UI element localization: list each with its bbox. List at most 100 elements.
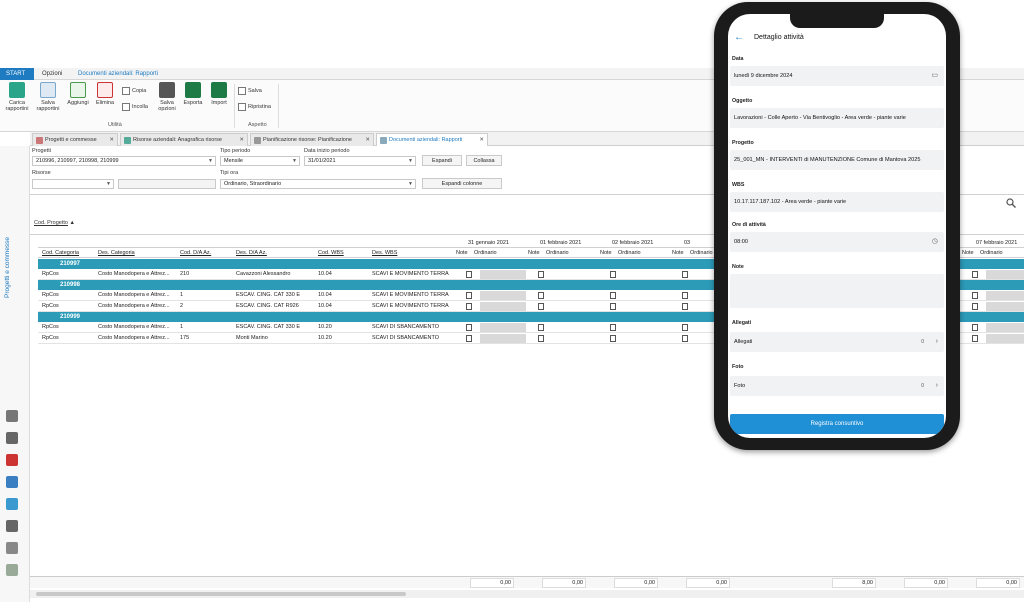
col-ordinario[interactable]: Ordinario: [690, 250, 713, 256]
doc-tab-pianificazione[interactable]: Pianificazione risorse: Pianificazione ✕: [250, 133, 374, 146]
hours-cell[interactable]: [480, 334, 526, 343]
note-icon[interactable]: [682, 324, 688, 331]
calendar-icon[interactable]: [6, 454, 18, 466]
collassa-button[interactable]: Collassa: [466, 155, 502, 166]
esporta-button[interactable]: Esporta: [182, 82, 204, 106]
carica-rapportini-button[interactable]: Carica rapportini: [2, 82, 32, 112]
note-icon[interactable]: [972, 271, 978, 278]
horizontal-scrollbar[interactable]: [30, 590, 1024, 598]
note-icon[interactable]: [538, 292, 544, 299]
hours-cell[interactable]: [552, 302, 598, 311]
hours-cell[interactable]: [624, 334, 670, 343]
people-icon[interactable]: [6, 542, 18, 554]
measure-icon[interactable]: [6, 498, 18, 510]
close-icon[interactable]: ✕: [479, 134, 484, 146]
note-icon[interactable]: [682, 292, 688, 299]
note-icon[interactable]: [610, 324, 616, 331]
note-icon[interactable]: [972, 335, 978, 342]
col-cod-wbs[interactable]: Cod. WBS: [318, 250, 344, 256]
col-ordinario[interactable]: Ordinario: [546, 250, 569, 256]
data-inizio-field[interactable]: 31/01/2021 ▼: [304, 156, 416, 166]
elimina-button[interactable]: Elimina: [94, 82, 116, 106]
ruler-icon[interactable]: [6, 476, 18, 488]
hours-cell[interactable]: [986, 334, 1024, 343]
hours-cell[interactable]: [986, 270, 1024, 279]
note-icon[interactable]: [972, 292, 978, 299]
col-note[interactable]: Note: [456, 250, 468, 256]
hours-cell[interactable]: [480, 323, 526, 332]
progetto-field[interactable]: 25_001_MN - INTERVENTI di MANUTENZIONE C…: [730, 150, 944, 170]
tipo-periodo-select[interactable]: Mensile ▼: [220, 156, 300, 166]
espandi-colonne-button[interactable]: Espandi colonne: [422, 178, 502, 189]
scrollbar-thumb[interactable]: [36, 592, 406, 596]
tab-start[interactable]: START: [0, 68, 34, 80]
risorse-select[interactable]: ▼: [32, 179, 114, 189]
wbs-field[interactable]: 10.17.117.187.102 - Area verde - piante …: [730, 192, 944, 212]
hours-cell[interactable]: [552, 334, 598, 343]
hours-cell[interactable]: [552, 323, 598, 332]
note-icon[interactable]: [538, 335, 544, 342]
doc-tab-rapporti[interactable]: Documenti aziendali: Rapporti ✕: [376, 133, 488, 146]
checklist-icon[interactable]: [6, 564, 18, 576]
hours-cell[interactable]: [986, 323, 1024, 332]
note-icon[interactable]: [972, 324, 978, 331]
note-icon[interactable]: [682, 335, 688, 342]
col-des-da[interactable]: Des. D/A Az.: [236, 250, 267, 256]
col-des-categoria[interactable]: Des. Categoria: [98, 250, 135, 256]
group-by-chip[interactable]: Cod. Progetto ▲: [34, 220, 75, 230]
import-button[interactable]: Import: [208, 82, 230, 106]
salva-opzioni-button[interactable]: Salva opzioni: [156, 82, 178, 112]
espandi-button[interactable]: Espandi: [422, 155, 462, 166]
salva-layout-button[interactable]: Salva: [238, 86, 262, 96]
note-icon[interactable]: [466, 335, 472, 342]
col-note[interactable]: Note: [962, 250, 974, 256]
data-field[interactable]: lunedì 9 dicembre 2024 ▭: [730, 66, 944, 86]
note-icon[interactable]: [466, 271, 472, 278]
note-icon[interactable]: [466, 303, 472, 310]
col-note[interactable]: Note: [528, 250, 540, 256]
note-icon[interactable]: [538, 271, 544, 278]
hours-cell[interactable]: [986, 302, 1024, 311]
note-icon[interactable]: [682, 303, 688, 310]
tipi-ora-select[interactable]: Ordinario, Straordinario ▼: [220, 179, 416, 189]
col-note[interactable]: Note: [672, 250, 684, 256]
sidebar-label[interactable]: Progetti e commesse: [4, 237, 11, 298]
hours-cell[interactable]: [624, 302, 670, 311]
risorse-detail-field[interactable]: [118, 179, 216, 189]
allegati-row[interactable]: Allegati 0 ›: [730, 332, 944, 352]
note-field[interactable]: [730, 274, 944, 308]
tab-opzioni[interactable]: Opzioni: [36, 68, 68, 80]
tab-documenti-rapporti[interactable]: Documenti aziendali: Rapporti: [72, 68, 164, 80]
note-icon[interactable]: [972, 303, 978, 310]
note-icon[interactable]: [682, 271, 688, 278]
aggiungi-button[interactable]: Aggiungi: [66, 82, 90, 106]
hours-cell[interactable]: [624, 323, 670, 332]
search-icon[interactable]: [1006, 198, 1016, 208]
close-icon[interactable]: ✕: [239, 134, 244, 146]
note-icon[interactable]: [610, 335, 616, 342]
hours-cell[interactable]: [480, 291, 526, 300]
hours-cell[interactable]: [480, 302, 526, 311]
note-icon[interactable]: [538, 303, 544, 310]
hours-cell[interactable]: [624, 270, 670, 279]
hours-cell[interactable]: [552, 270, 598, 279]
note-icon[interactable]: [610, 271, 616, 278]
note-icon[interactable]: [538, 324, 544, 331]
salva-rapportini-button[interactable]: Salva rapportini: [34, 82, 62, 112]
hours-cell[interactable]: [480, 270, 526, 279]
col-note[interactable]: Note: [600, 250, 612, 256]
note-icon[interactable]: [466, 292, 472, 299]
registra-consuntivo-button[interactable]: Registra consuntivo: [730, 414, 944, 434]
col-ordinario[interactable]: Ordinario: [474, 250, 497, 256]
note-icon[interactable]: [610, 292, 616, 299]
col-cod-da[interactable]: Cod. D/A Az.: [180, 250, 211, 256]
col-ordinario[interactable]: Ordinario: [980, 250, 1003, 256]
foto-row[interactable]: Foto 0 ›: [730, 376, 944, 396]
hours-cell[interactable]: [552, 291, 598, 300]
doc-tab-progetti[interactable]: Progetti e commesse ✕: [32, 133, 118, 146]
back-arrow-icon[interactable]: ←: [734, 32, 744, 43]
incolla-button[interactable]: Incolla: [122, 102, 148, 112]
close-icon[interactable]: ✕: [365, 134, 370, 146]
col-ordinario[interactable]: Ordinario: [618, 250, 641, 256]
ripristina-button[interactable]: Ripristina: [238, 102, 271, 112]
